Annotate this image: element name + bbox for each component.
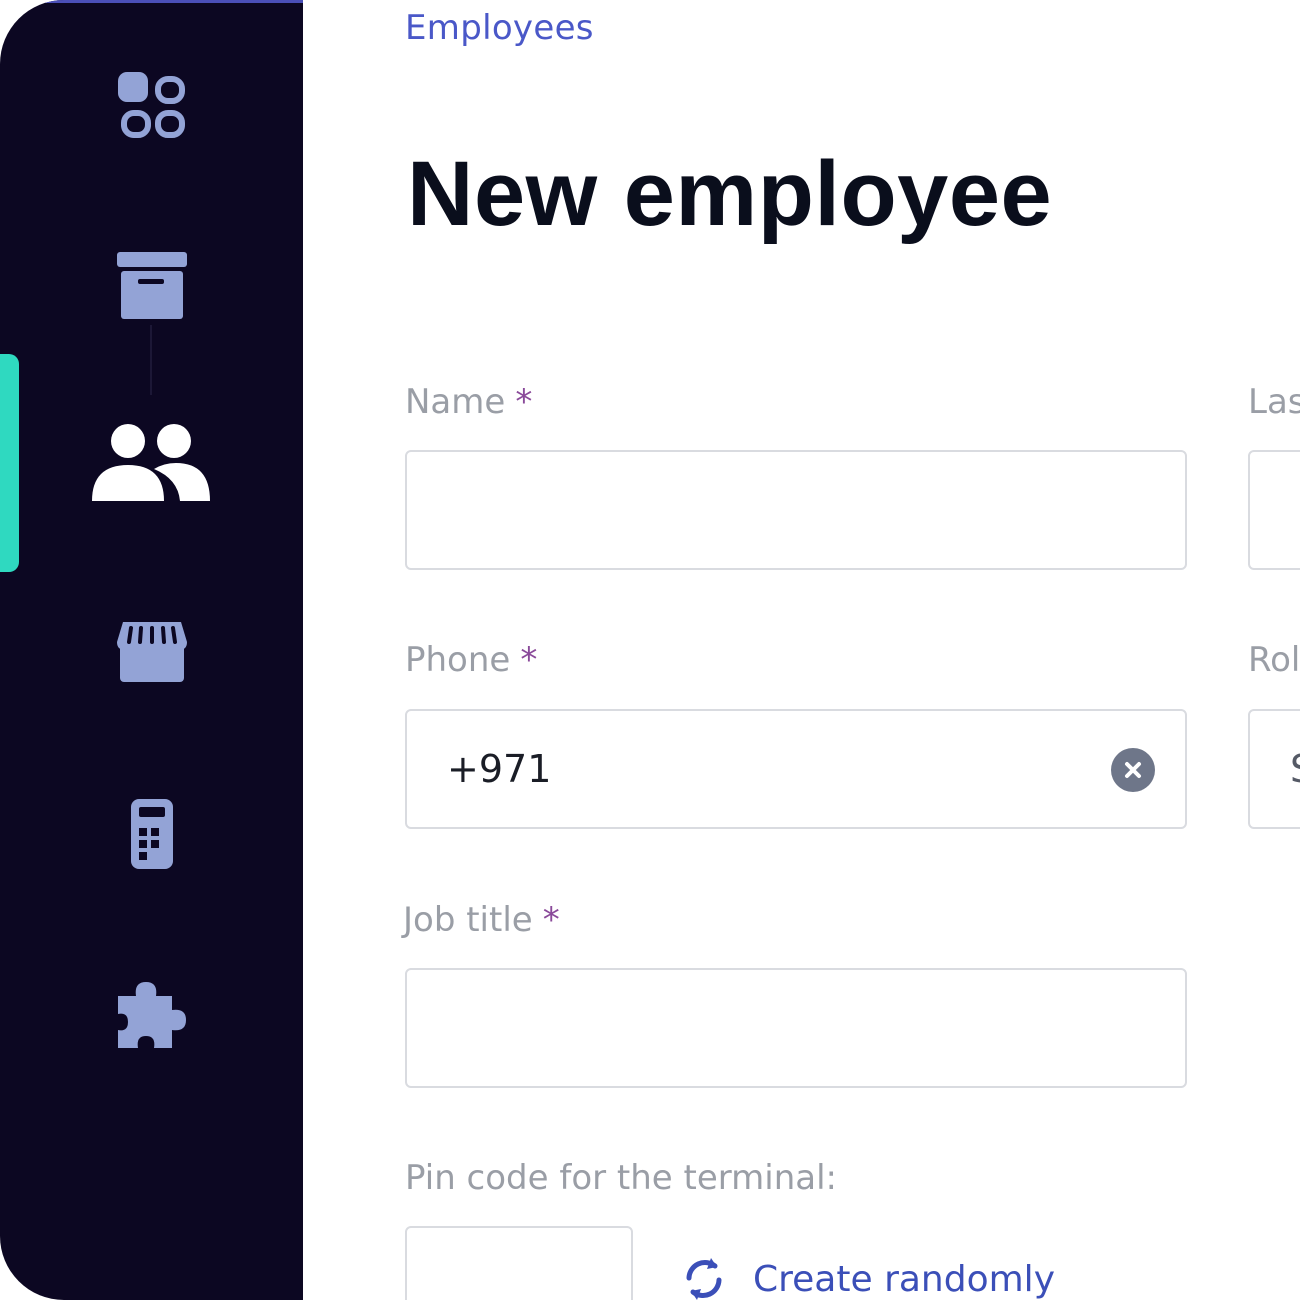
create-randomly-button[interactable]: Create randomly — [681, 1256, 1055, 1300]
pin-code-input[interactable] — [405, 1226, 633, 1300]
name-label-text: Name — [405, 382, 506, 422]
job-title-label: Job title * — [403, 900, 560, 940]
role-label: Rol — [1248, 640, 1300, 680]
refresh-icon — [686, 1258, 722, 1300]
job-title-input[interactable] — [405, 968, 1187, 1088]
sidebar-item-integrations[interactable] — [0, 936, 303, 1096]
phone-input-value: +971 — [447, 747, 552, 791]
create-randomly-label: Create randomly — [753, 1258, 1055, 1300]
job-title-required-mark: * — [542, 900, 560, 940]
phone-required-mark: * — [520, 640, 538, 680]
role-select[interactable]: S — [1248, 709, 1300, 829]
role-select-value: S — [1290, 747, 1300, 791]
breadcrumb-employees[interactable]: Employees — [405, 8, 594, 48]
pin-code-label: Pin code for the terminal: — [405, 1158, 838, 1198]
last-name-input[interactable] — [1248, 450, 1300, 570]
phone-label-text: Phone — [405, 640, 511, 680]
last-name-label: Las — [1248, 382, 1300, 422]
sidebar-item-stores[interactable] — [0, 572, 303, 732]
job-title-label-text: Job title — [403, 900, 533, 940]
name-input[interactable] — [405, 450, 1187, 570]
users-icon — [91, 424, 210, 501]
clear-phone-button[interactable] — [1111, 748, 1155, 792]
sidebar-item-inventory[interactable] — [0, 206, 303, 366]
page-title: New employee — [407, 143, 1053, 245]
archive-box-icon — [116, 252, 187, 319]
phone-input[interactable]: +971 — [405, 709, 1187, 829]
app-window: Employees New employee Name * Las Phone * … — [0, 0, 1300, 1300]
close-icon — [1125, 762, 1141, 778]
main-content: Employees New employee Name * Las Phone * … — [303, 0, 1300, 1300]
name-required-mark: * — [515, 382, 533, 422]
sidebar-item-employees[interactable] — [0, 383, 303, 543]
sidebar-item-dashboard[interactable] — [0, 25, 303, 185]
puzzle-piece-icon — [117, 982, 186, 1048]
apps-grid-icon — [117, 72, 185, 138]
name-label: Name * — [405, 382, 532, 422]
store-icon — [116, 622, 187, 682]
sidebar — [0, 0, 303, 1300]
pos-terminal-icon — [130, 799, 173, 869]
phone-label: Phone * — [405, 640, 537, 680]
sidebar-item-terminals[interactable] — [0, 754, 303, 914]
sidebar-top-accent — [0, 0, 303, 3]
